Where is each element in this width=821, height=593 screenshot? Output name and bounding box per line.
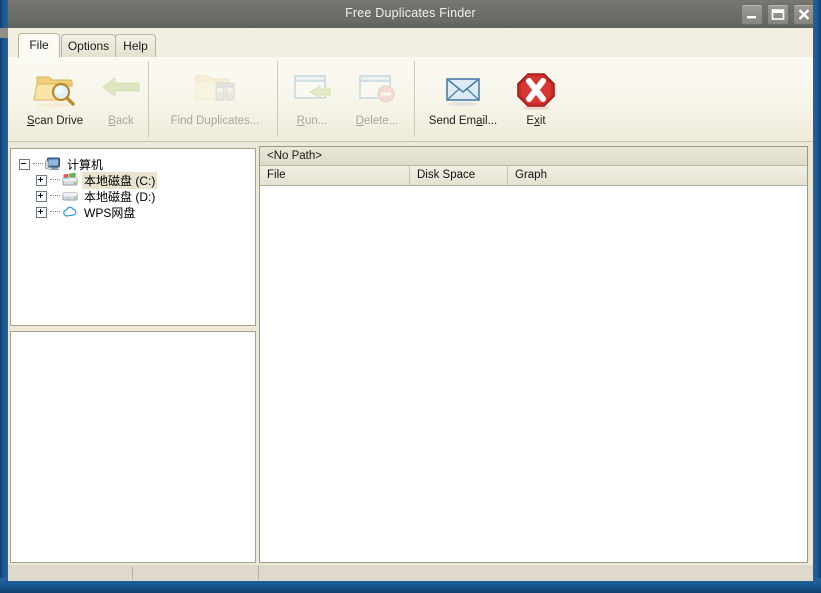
- send-email-button[interactable]: Send Email...: [420, 62, 506, 138]
- ribbon-separator-1: [148, 61, 149, 137]
- list-column-headers: File Disk Space Graph: [260, 166, 807, 186]
- window-delete-icon: [341, 62, 413, 114]
- maximize-icon: [771, 9, 785, 20]
- current-path-bar: <No Path>: [260, 147, 807, 166]
- minimize-icon: [747, 16, 756, 19]
- ribbon-separator-3: [414, 61, 415, 137]
- status-bar: [8, 565, 813, 581]
- tree-item-computer[interactable]: 计算机: [19, 156, 255, 172]
- close-icon: [798, 9, 810, 20]
- close-button[interactable]: [793, 4, 815, 25]
- tree-item-computer-label: 计算机: [67, 157, 104, 172]
- ribbon-separator-2: [277, 61, 278, 137]
- tab-help[interactable]: Help: [115, 34, 156, 58]
- tree-connector: [33, 163, 43, 165]
- find-duplicates-label: Find Duplicates...: [170, 115, 260, 127]
- scan-drive-label: Scan Drive: [26, 115, 84, 127]
- computer-icon: [45, 157, 61, 171]
- tree-connector: [50, 179, 60, 181]
- file-list-panel: <No Path> File Disk Space Graph: [259, 146, 808, 563]
- green-left-arrow-icon: [94, 62, 148, 114]
- tree-connector: [50, 195, 60, 197]
- cloud-drive-icon: [62, 205, 78, 219]
- ribbon-toolbar: Scan Drive Back Find Duplicates... Run..…: [8, 57, 813, 142]
- expander-collapse-icon[interactable]: [19, 158, 30, 170]
- tree-connector: [50, 211, 60, 213]
- application-window: Free Duplicates Finder File Options Help…: [0, 0, 821, 593]
- tree-item-local-disk-d[interactable]: 本地磁盘 (D:): [19, 188, 255, 204]
- tree-item-local-disk-c[interactable]: 本地磁盘 (C:): [19, 171, 255, 189]
- tree-item-local-disk-d-label: 本地磁盘 (D:): [84, 189, 156, 204]
- exit-label: Exit: [526, 115, 546, 127]
- send-email-label: Send Email...: [428, 115, 498, 127]
- expander-expand-icon[interactable]: [36, 190, 47, 202]
- details-panel[interactable]: [10, 331, 256, 563]
- file-list-body[interactable]: [260, 186, 807, 561]
- column-header-disk-space[interactable]: Disk Space: [410, 166, 508, 185]
- column-header-file[interactable]: File: [260, 166, 410, 185]
- delete-label: Delete...: [355, 115, 399, 127]
- maximize-button[interactable]: [767, 4, 789, 25]
- tab-options[interactable]: Options: [61, 34, 116, 58]
- back-label: Back: [108, 115, 134, 127]
- scan-drive-button[interactable]: Scan Drive: [16, 62, 94, 138]
- red-octagon-x-icon: [506, 62, 566, 114]
- column-header-graph[interactable]: Graph: [508, 166, 807, 185]
- delete-button[interactable]: Delete...: [341, 62, 413, 138]
- title-bar: Free Duplicates Finder: [0, 0, 821, 28]
- back-button[interactable]: Back: [94, 62, 148, 138]
- expander-expand-icon[interactable]: [36, 174, 47, 186]
- tree-item-local-disk-c-label: 本地磁盘 (C:): [82, 171, 158, 189]
- find-duplicates-button[interactable]: Find Duplicates...: [153, 62, 277, 138]
- window-border-right: [813, 0, 821, 585]
- run-button[interactable]: Run...: [283, 62, 341, 138]
- tree-item-wps-cloud[interactable]: WPS网盘: [19, 204, 255, 220]
- tree-item-wps-cloud-label: WPS网盘: [84, 205, 136, 220]
- expander-expand-icon[interactable]: [36, 206, 47, 218]
- envelope-icon: [420, 62, 506, 114]
- status-separator-1: [132, 566, 133, 580]
- run-label: Run...: [296, 115, 328, 127]
- system-drive-icon: [62, 173, 78, 187]
- window-controls: [741, 4, 815, 25]
- window-edge-sliver: [0, 28, 8, 38]
- hard-drive-icon: [62, 189, 78, 203]
- tab-file[interactable]: File: [18, 33, 60, 58]
- window-title: Free Duplicates Finder: [345, 6, 476, 20]
- minimize-button[interactable]: [741, 4, 763, 25]
- window-run-icon: [283, 62, 341, 114]
- status-separator-2: [258, 566, 259, 580]
- tab-strip: File Options Help: [8, 28, 813, 58]
- drive-tree-panel[interactable]: 计算机 本地磁盘 (C:) 本地磁盘 (D:) WPS网盘: [10, 148, 256, 326]
- exit-button[interactable]: Exit: [506, 62, 566, 138]
- folder-binoculars-icon: [153, 62, 277, 114]
- window-border-left: [0, 0, 8, 585]
- folder-search-icon: [16, 62, 94, 114]
